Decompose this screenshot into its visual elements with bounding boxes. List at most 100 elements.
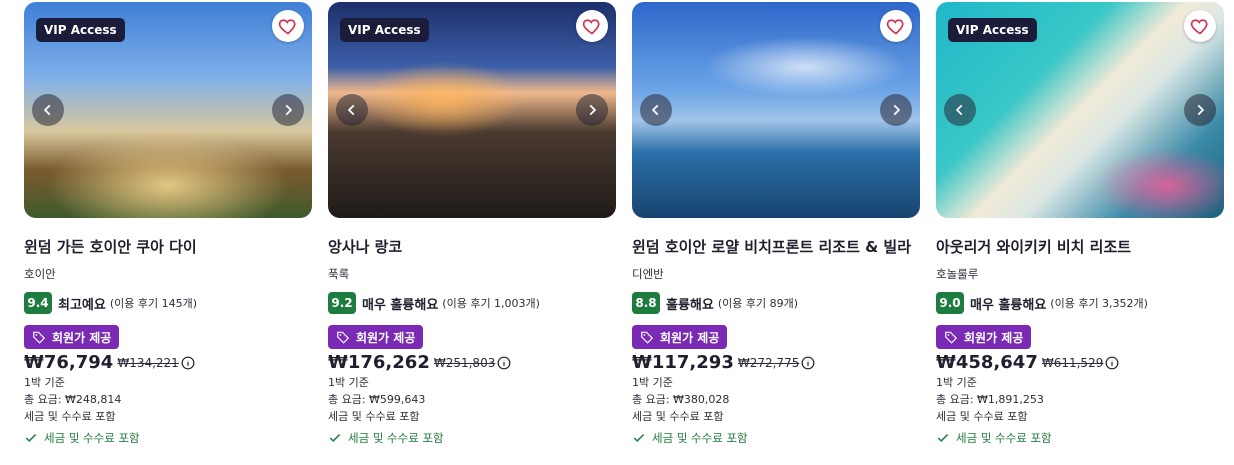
rating-score: 8.8: [632, 292, 660, 314]
review-count: (이용 후기 1,003개): [442, 297, 540, 310]
member-price-badge: 회원가 제공: [936, 325, 1032, 349]
hotel-image-carousel[interactable]: [632, 2, 920, 218]
rating-score: 9.0: [936, 292, 964, 314]
tag-icon: [945, 331, 958, 344]
review-count: (이용 후기 89개): [717, 297, 799, 310]
hotel-name[interactable]: 앙사나 랑코: [328, 236, 616, 257]
guest-rating: 9.4 최고예요 (이용 후기 145개): [24, 292, 312, 314]
current-price: ₩176,262: [328, 352, 430, 373]
previous-photo-button[interactable]: [944, 94, 976, 126]
current-price: ₩76,794: [24, 352, 114, 373]
heart-icon: [1190, 19, 1208, 35]
member-price-badge: 회원가 제공: [24, 325, 120, 349]
hotel-name[interactable]: 윈덤 호이안 로얄 비치프론트 리조트 & 빌라: [632, 236, 920, 257]
review-count: (이용 후기 145개): [109, 297, 198, 310]
check-icon: [25, 433, 37, 442]
member-price-label: 회원가 제공: [660, 330, 720, 345]
heart-icon: [278, 19, 296, 35]
next-photo-button[interactable]: [576, 94, 608, 126]
hotel-location: 디엔반: [632, 267, 664, 281]
next-photo-button[interactable]: [1184, 94, 1216, 126]
vip-access-badge: VIP Access: [36, 18, 125, 42]
tag-icon: [33, 331, 46, 344]
price-row: ₩458,647 ₩611,529: [936, 352, 1224, 373]
tax-included-note: 세금 및 수수료 포함: [328, 430, 616, 446]
tax-included-label: 세금 및 수수료 포함: [956, 431, 1052, 445]
original-price: ₩134,221: [117, 355, 179, 370]
original-price: ₩251,803: [433, 355, 496, 370]
rating-score: 9.4: [24, 292, 52, 314]
hotel-image-carousel[interactable]: VIP Access: [328, 2, 616, 218]
hotel-card[interactable]: VIP Access 윈덤 가든 호이안 쿠아 다이 호이안 9.4 최고예요 …: [24, 2, 312, 462]
next-photo-button[interactable]: [272, 94, 304, 126]
member-price-label: 회원가 제공: [356, 330, 416, 345]
member-price-label: 회원가 제공: [52, 330, 112, 345]
hotel-name[interactable]: 윈덤 가든 호이안 쿠아 다이: [24, 236, 312, 257]
hotel-image-carousel[interactable]: VIP Access: [24, 2, 312, 218]
original-price: ₩611,529: [1041, 355, 1104, 370]
hotel-card[interactable]: VIP Access 앙사나 랑코 푹록 9.2 매우 훌륭해요 (이용 후기 …: [328, 2, 616, 462]
hotel-card[interactable]: VIP Access 아웃리거 와이키키 비치 리조트 호놀룰루 9.0 매우 …: [936, 2, 1224, 462]
chevron-left-icon: [651, 104, 659, 116]
chevron-right-icon: [285, 104, 293, 116]
favorite-button[interactable]: [880, 10, 912, 42]
hotel-location: 호이안: [24, 267, 56, 281]
hotel-name[interactable]: 아웃리거 와이키키 비치 리조트: [936, 236, 1224, 257]
previous-photo-button[interactable]: [32, 94, 64, 126]
check-icon: [329, 433, 341, 442]
member-price-badge: 회원가 제공: [328, 325, 424, 349]
tax-included-label: 세금 및 수수료 포함: [44, 431, 140, 445]
vip-access-badge: VIP Access: [340, 18, 429, 42]
info-icon[interactable]: [801, 356, 815, 370]
hotel-image-carousel[interactable]: VIP Access: [936, 2, 1224, 218]
tax-included-label: 세금 및 수수료 포함: [348, 431, 444, 445]
rating-score: 9.2: [328, 292, 356, 314]
original-price: ₩272,775: [737, 355, 800, 370]
rating-text: 훌륭해요: [666, 297, 714, 313]
previous-photo-button[interactable]: [640, 94, 672, 126]
price-row: ₩176,262 ₩251,803: [328, 352, 616, 373]
hotel-location: 호놀룰루: [936, 267, 979, 281]
total-price: 총 요금: ₩599,643: [328, 393, 426, 406]
member-price-badge: 회원가 제공: [632, 325, 728, 349]
total-price: 총 요금: ₩248,814: [24, 393, 122, 406]
tag-icon: [337, 331, 350, 344]
info-icon[interactable]: [1105, 356, 1119, 370]
review-count: (이용 후기 3,352개): [1050, 297, 1148, 310]
current-price: ₩117,293: [632, 352, 734, 373]
per-night-label: 1박 기준: [24, 376, 65, 389]
tax-included-note: 세금 및 수수료 포함: [936, 430, 1224, 446]
info-icon[interactable]: [181, 356, 195, 370]
chevron-left-icon: [955, 104, 963, 116]
chevron-right-icon: [1197, 104, 1205, 116]
hotel-card[interactable]: 윈덤 호이안 로얄 비치프론트 리조트 & 빌라 디엔반 8.8 훌륭해요 (이…: [632, 2, 920, 462]
chevron-right-icon: [589, 104, 597, 116]
vip-access-badge: VIP Access: [948, 18, 1037, 42]
chevron-left-icon: [43, 104, 51, 116]
rating-text: 매우 훌륭해요: [970, 297, 1047, 313]
favorite-button[interactable]: [1184, 10, 1216, 42]
guest-rating: 8.8 훌륭해요 (이용 후기 89개): [632, 292, 920, 314]
favorite-button[interactable]: [576, 10, 608, 42]
hotel-photo[interactable]: [632, 2, 920, 218]
next-photo-button[interactable]: [880, 94, 912, 126]
tax-included-note: 세금 및 수수료 포함: [632, 430, 920, 446]
tax-note: 세금 및 수수료 포함: [632, 410, 724, 423]
tax-included-label: 세금 및 수수료 포함: [652, 431, 748, 445]
guest-rating: 9.2 매우 훌륭해요 (이용 후기 1,003개): [328, 292, 616, 314]
price-row: ₩76,794 ₩134,221: [24, 352, 312, 373]
hotel-card-list: VIP Access 윈덤 가든 호이안 쿠아 다이 호이안 9.4 최고예요 …: [24, 2, 1224, 462]
rating-text: 최고예요: [58, 297, 106, 313]
heart-icon: [886, 19, 904, 35]
favorite-button[interactable]: [272, 10, 304, 42]
tax-note: 세금 및 수수료 포함: [936, 410, 1028, 423]
total-price: 총 요금: ₩380,028: [632, 393, 730, 406]
per-night-label: 1박 기준: [632, 376, 673, 389]
previous-photo-button[interactable]: [336, 94, 368, 126]
rating-text: 매우 훌륭해요: [362, 297, 439, 313]
tag-icon: [641, 331, 654, 344]
info-icon[interactable]: [497, 356, 511, 370]
total-price: 총 요금: ₩1,891,253: [936, 393, 1044, 406]
current-price: ₩458,647: [936, 352, 1038, 373]
member-price-label: 회원가 제공: [964, 330, 1024, 345]
